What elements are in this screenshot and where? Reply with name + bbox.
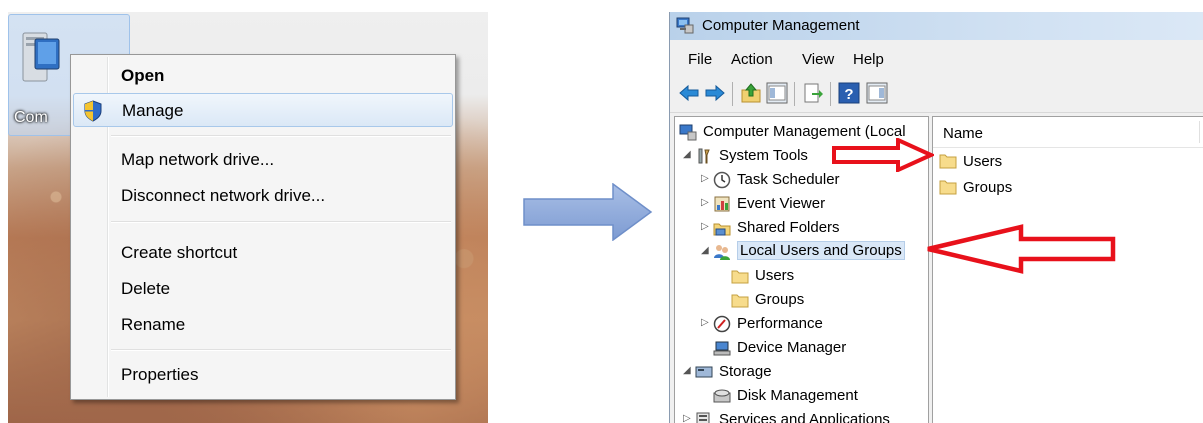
desktop: Com Open Manage Map network drive... Dis…: [8, 12, 488, 423]
folder-icon: [731, 294, 749, 308]
column-divider[interactable]: [1199, 121, 1200, 143]
menu-item-label: Rename: [121, 315, 186, 334]
show-hide-action-pane-icon[interactable]: [866, 82, 888, 104]
tree-item-label: Disk Management: [737, 387, 858, 404]
menu-separator: [111, 135, 451, 137]
toolbar-separator: [732, 82, 733, 106]
tree-item-label: Storage: [719, 363, 772, 380]
computer-icon: [22, 32, 60, 82]
red-arrow-left-icon: [927, 224, 1116, 274]
clock-icon: [713, 171, 731, 189]
tree-item-label: Task Scheduler: [737, 171, 840, 188]
storage-icon: [695, 366, 713, 378]
show-hide-console-tree-icon[interactable]: [766, 82, 788, 104]
tree-item-label: Event Viewer: [737, 195, 826, 212]
menu-help[interactable]: Help: [853, 51, 884, 68]
title-bar[interactable]: Computer Management: [670, 12, 1203, 40]
menu-item-properties[interactable]: Properties: [73, 358, 453, 392]
tree-item-label: System Tools: [719, 147, 808, 164]
performance-gauge-icon: [713, 315, 731, 333]
menu-item-rename[interactable]: Rename: [73, 308, 453, 342]
computer-label: Com: [14, 109, 48, 126]
menu-item-label: Create shortcut: [121, 243, 238, 262]
folder-icon: [939, 180, 957, 195]
menu-item-label: Manage: [122, 101, 184, 120]
menu-item-label: Properties: [121, 365, 199, 384]
tools-icon: [698, 148, 710, 164]
menu-item-disconnect-network-drive[interactable]: Disconnect network drive...: [73, 179, 453, 213]
folder-icon: [731, 270, 749, 284]
menu-view[interactable]: View: [802, 51, 834, 68]
users-group-icon: [714, 245, 730, 260]
menu-file[interactable]: File: [688, 51, 712, 68]
menu-item-open[interactable]: Open: [73, 59, 453, 93]
computer-management-window: Computer Management File Action View Hel…: [669, 12, 1203, 423]
menu-item-label: Delete: [121, 279, 171, 298]
menu-item-label: Map network drive...: [121, 150, 275, 169]
device-manager-icon: [713, 341, 731, 356]
column-name-header[interactable]: Name: [943, 125, 983, 142]
tree-item-label: Groups: [755, 291, 805, 308]
expand-arrow-icon[interactable]: ▷: [701, 221, 709, 232]
menu-item-label: Disconnect network drive...: [121, 186, 326, 205]
red-arrow-right-icon: [832, 138, 934, 172]
toolbar: ?: [670, 76, 1203, 113]
collapse-arrow-icon[interactable]: ◢: [683, 149, 691, 160]
back-icon[interactable]: [678, 82, 700, 104]
menu-action[interactable]: Action: [731, 51, 773, 68]
menu-bar: File Action View Help: [670, 42, 1203, 76]
uac-shield-icon: [84, 100, 102, 122]
collapse-arrow-icon[interactable]: ◢: [683, 365, 691, 376]
menu-separator: [111, 349, 451, 351]
export-list-icon[interactable]: [802, 82, 824, 104]
computer-management-icon: [679, 124, 697, 141]
context-menu: Open Manage Map network drive... Disconn…: [70, 54, 456, 400]
tree-item-label: Device Manager: [737, 339, 847, 356]
svg-text:?: ?: [844, 86, 853, 103]
menu-item-delete[interactable]: Delete: [73, 272, 453, 306]
menu-separator: [111, 221, 451, 223]
expand-arrow-icon[interactable]: ▷: [683, 413, 691, 423]
tree-item-label: Users: [755, 267, 795, 284]
collapse-arrow-icon[interactable]: ◢: [701, 245, 709, 256]
expand-arrow-icon[interactable]: ▷: [701, 317, 709, 328]
help-icon[interactable]: ?: [838, 82, 860, 104]
menu-item-create-shortcut[interactable]: Create shortcut: [73, 236, 453, 270]
expand-arrow-icon[interactable]: ▷: [701, 173, 709, 184]
services-icon: [696, 412, 710, 423]
tree-item-label: Services and Applications: [719, 411, 890, 423]
toolbar-separator: [830, 82, 831, 106]
window-title: Computer Management: [702, 17, 860, 34]
transition-arrow-icon: [523, 183, 653, 241]
tree-item-label: Performance: [737, 315, 823, 332]
menu-item-map-network-drive[interactable]: Map network drive...: [73, 143, 453, 177]
folder-icon: [939, 154, 957, 169]
menu-item-label: Open: [121, 66, 165, 85]
disk-management-icon: [713, 389, 731, 403]
toolbar-separator: [794, 82, 795, 106]
computer-management-icon: [676, 17, 694, 34]
shared-folder-icon: [713, 223, 731, 236]
forward-icon[interactable]: [704, 82, 726, 104]
list-item-label: Users: [963, 153, 1003, 170]
expand-arrow-icon[interactable]: ▷: [701, 197, 709, 208]
menu-item-manage[interactable]: Manage: [73, 93, 453, 127]
up-folder-icon[interactable]: [740, 82, 762, 104]
list-item-label: Groups: [963, 179, 1013, 196]
column-header[interactable]: Name: [933, 117, 1203, 148]
tree-item-label: Shared Folders: [737, 219, 840, 236]
event-viewer-icon: [714, 196, 730, 212]
tree-item-label: Local Users and Groups: [737, 241, 905, 260]
